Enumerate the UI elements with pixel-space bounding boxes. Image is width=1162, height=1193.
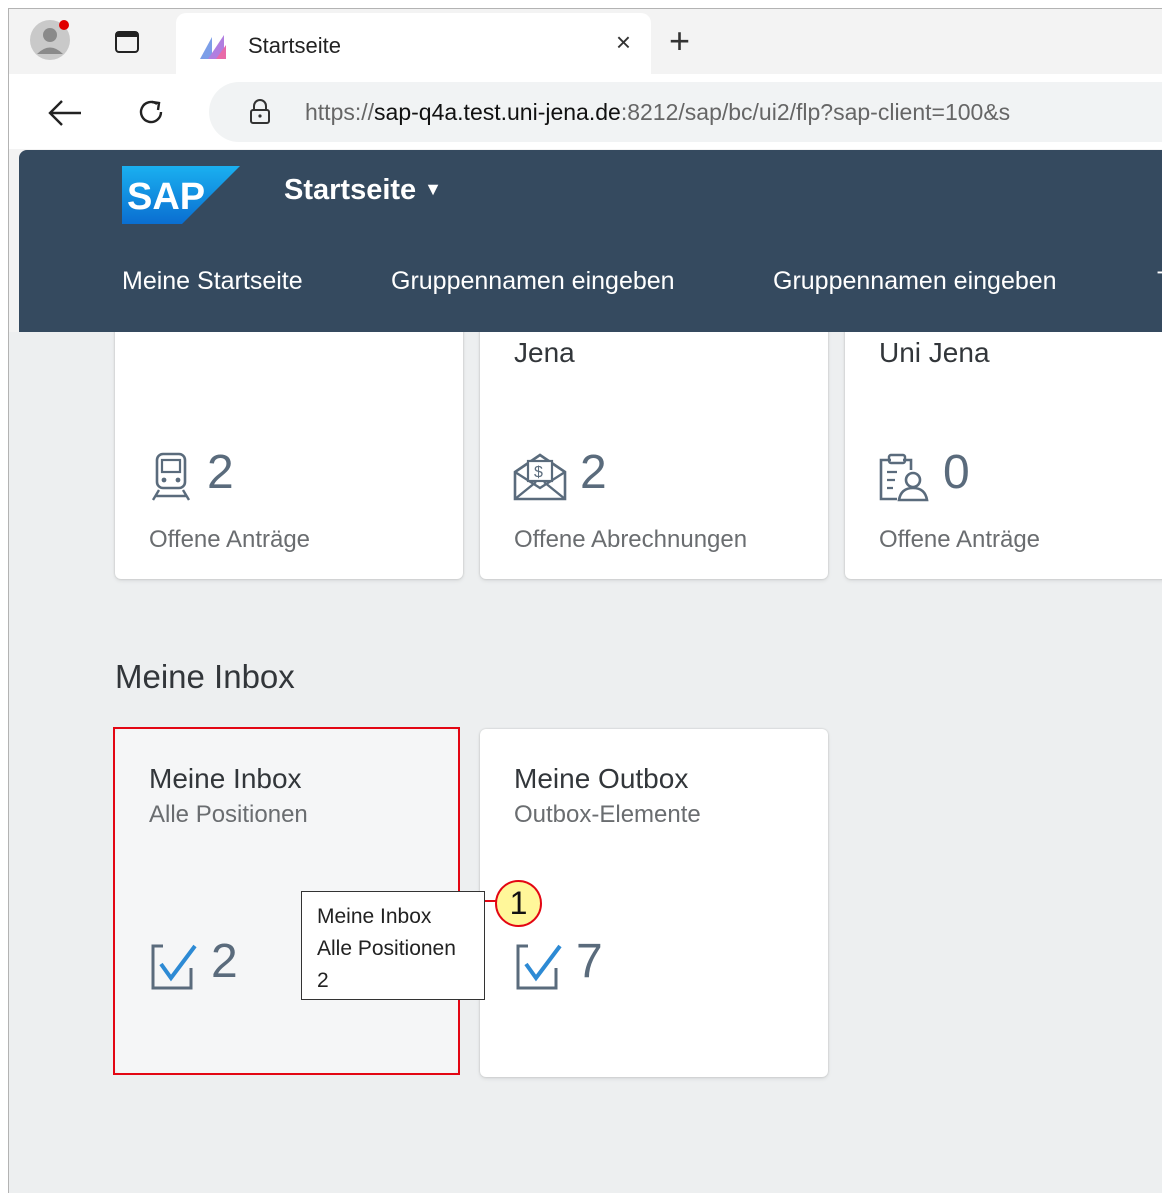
tile-title-fragment: Uni Jena <box>879 337 990 368</box>
step-callout: 1 <box>495 880 542 927</box>
tile-count: 0 <box>943 446 970 499</box>
tile-footer: Offene Anträge <box>149 526 311 553</box>
tooltip: Meine Inbox Alle Positionen 2 <box>301 891 485 1000</box>
tile-count: 2 <box>580 446 607 499</box>
sap-shell-header: SAP Startseite ▼ Meine Startseite Gruppen… <box>19 150 1162 332</box>
checkbox-icon <box>516 944 562 990</box>
url-field[interactable]: https://sap-q4a.test.uni-jena.de:8212/sa… <box>209 82 1162 142</box>
caret-down-icon: ▼ <box>424 179 442 199</box>
envelope-money-icon: $ <box>513 453 567 501</box>
tile-title-fragment: Jena <box>514 337 575 368</box>
section-title: Meine Inbox <box>115 658 295 695</box>
tab-title: Startseite <box>248 33 341 58</box>
tooltip-line-count: 2 <box>317 969 329 992</box>
tab-bar: Startseite × + <box>9 9 1162 74</box>
url-text: https://sap-q4a.test.uni-jena.de:8212/sa… <box>305 99 1010 126</box>
browser-window: Startseite × + https://sap-q4a.test.uni-… <box>8 8 1162 1193</box>
shell-title: Startseite <box>284 174 417 206</box>
tile-subtitle: Outbox-Elemente <box>514 801 701 828</box>
url-host: sap-q4a.test.uni-jena.de <box>374 99 621 125</box>
profile-icon[interactable] <box>29 19 71 61</box>
svg-text:$: $ <box>534 464 543 481</box>
tab-actions-icon[interactable] <box>115 31 139 53</box>
tab-next[interactable]: T <box>1157 267 1162 296</box>
sap-logo-text: SAP <box>127 176 205 218</box>
tooltip-line-subtitle: Alle Positionen <box>317 937 456 960</box>
tile-count: 7 <box>576 935 603 988</box>
back-arrow-icon[interactable] <box>47 98 83 128</box>
lock-icon[interactable] <box>249 99 271 125</box>
tile-antraege-2[interactable]: Uni Jena 0 Offene Anträge <box>845 292 1162 579</box>
new-tab-button[interactable]: + <box>669 23 690 59</box>
tile-footer: Offene Anträge <box>879 526 1041 553</box>
tab-gruppe-2[interactable]: Gruppennamen eingeben <box>773 267 1057 296</box>
tile-footer: Offene Abrechnungen <box>514 526 748 553</box>
tile-count: 2 <box>207 446 234 499</box>
tooltip-line-title: Meine Inbox <box>317 905 432 928</box>
tile-title: Meine Outbox <box>514 763 689 794</box>
shell-title-menu[interactable]: Startseite ▼ <box>284 174 442 207</box>
reload-icon[interactable] <box>135 96 167 128</box>
url-path: :8212/sap/bc/ui2/flp?sap-client=100&s <box>620 99 1011 125</box>
launchpad-content: 2 Offene Anträge Jena $ 2 Offene Abrechn… <box>9 292 1162 1193</box>
train-icon <box>151 452 191 501</box>
sap-logo[interactable]: SAP <box>122 166 240 224</box>
url-scheme: https:// <box>305 99 375 125</box>
tile-abrechnungen[interactable]: Jena $ 2 Offene Abrechnungen <box>480 292 828 579</box>
browser-tab[interactable]: Startseite × <box>176 13 651 74</box>
address-bar: https://sap-q4a.test.uni-jena.de:8212/sa… <box>9 74 1162 149</box>
tab-gruppe-1[interactable]: Gruppennamen eingeben <box>391 267 675 296</box>
tile-antraege-1[interactable]: 2 Offene Anträge <box>115 292 463 579</box>
close-tab-icon[interactable]: × <box>616 29 631 55</box>
clipboard-person-icon <box>879 453 929 502</box>
tab-meine-startseite[interactable]: Meine Startseite <box>122 267 303 296</box>
sap-favicon <box>198 31 228 61</box>
